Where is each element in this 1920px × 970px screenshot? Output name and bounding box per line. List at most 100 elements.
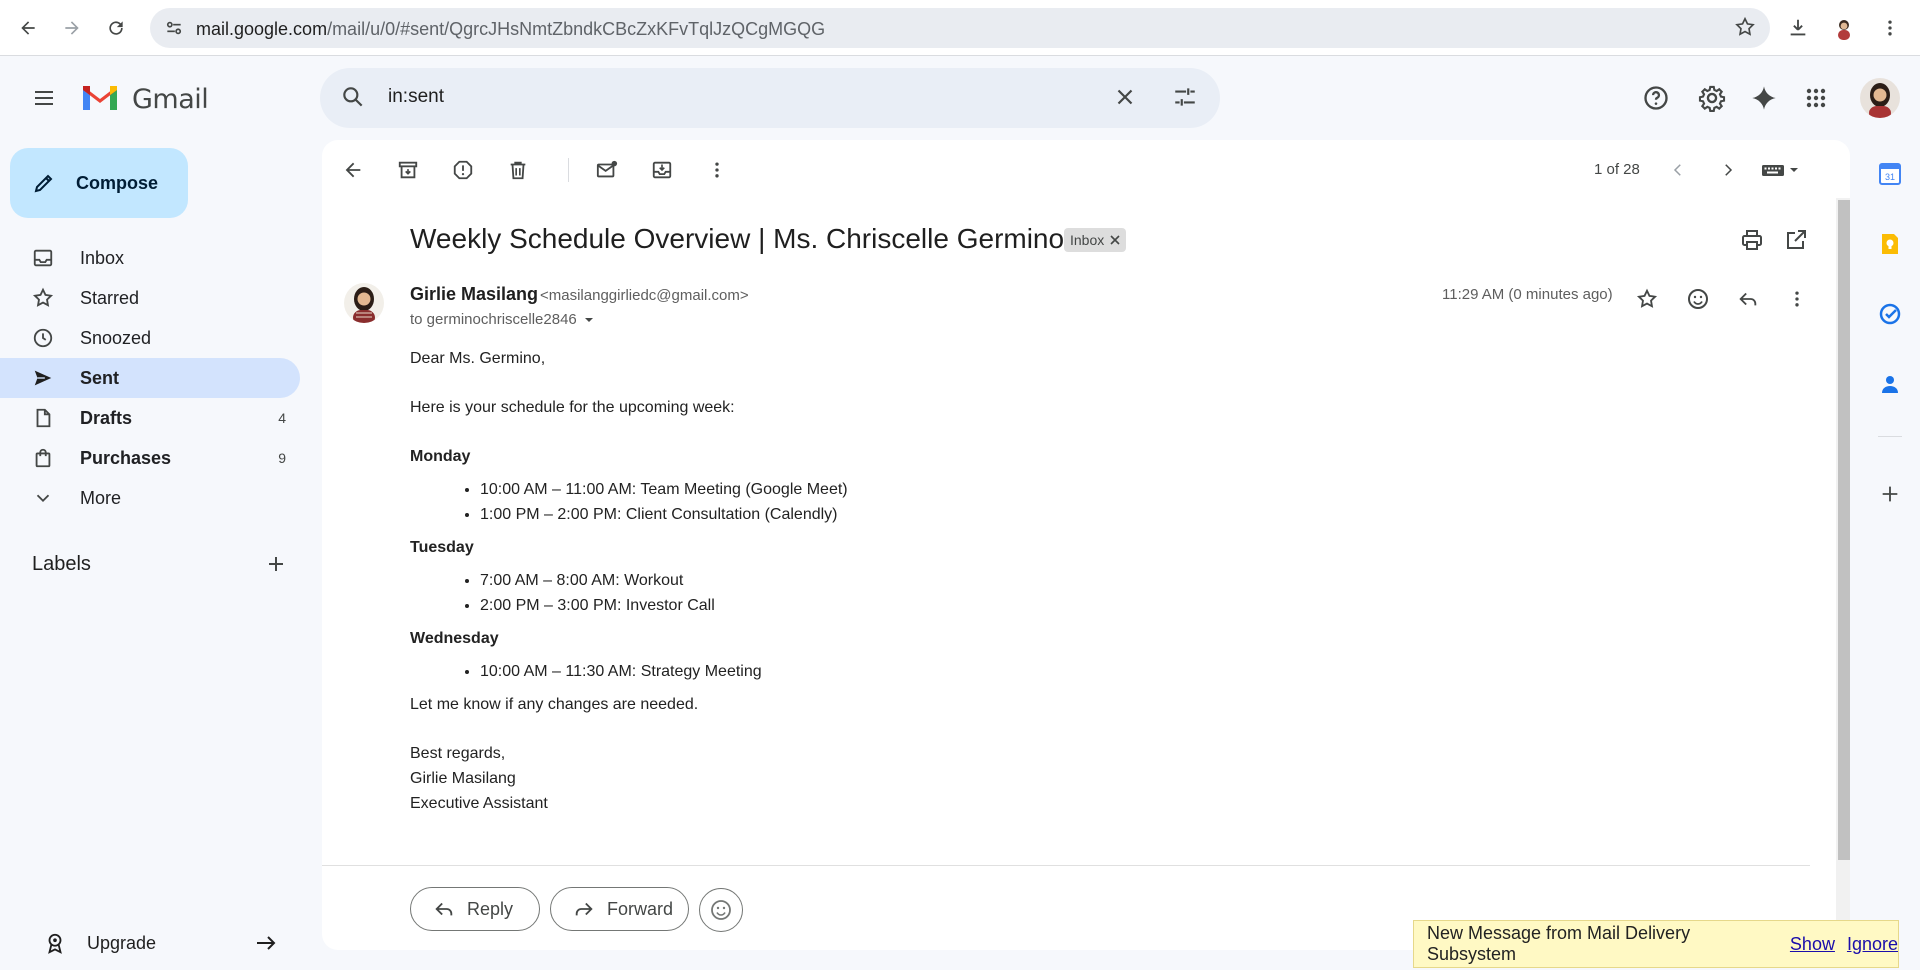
labels-heading: Labels [32,553,91,575]
gmail-logo-icon[interactable] [80,82,120,112]
emoji-icon [709,898,733,922]
schedule-list: 10:00 AM – 11:30 AM: Strategy Meeting [410,659,1410,684]
address-bar[interactable]: mail.google.com/mail/u/0/#sent/QgrcJHsNm… [150,8,1770,48]
reply-button[interactable]: Reply [410,887,540,931]
sidebar-item-label: Starred [80,288,140,308]
forward-icon[interactable] [54,10,90,46]
message-view: 1 of 28 Weekly Schedule Overview | Ms. C… [322,140,1850,950]
toast-ignore-link[interactable]: Ignore [1847,934,1898,955]
account-avatar[interactable] [1860,78,1900,118]
open-new-window-icon[interactable] [1784,228,1808,252]
sidebar-item-label: More [80,488,122,508]
forward-button[interactable]: Forward [550,887,689,931]
keep-icon[interactable] [1874,228,1906,260]
scrollbar-thumb[interactable] [1838,200,1850,860]
label-chip-inbox[interactable]: Inbox [1064,228,1127,252]
message-toolbar: 1 of 28 [322,140,1850,198]
report-spam-icon[interactable] [449,156,477,184]
signoff: Best regards, [410,745,506,762]
older-icon[interactable] [1714,156,1742,184]
clock-icon [32,327,54,349]
delete-icon[interactable] [504,156,532,184]
compose-button[interactable]: Compose [10,148,188,218]
back-to-list-icon[interactable] [339,156,367,184]
upgrade-label: Upgrade [87,933,157,953]
add-reaction-icon[interactable] [1683,284,1713,314]
back-icon[interactable] [10,10,46,46]
download-icon[interactable] [1780,10,1816,46]
get-addons-plus-icon[interactable] [1874,478,1906,510]
label-chip-text: Inbox [1070,232,1105,248]
signature-title: Executive Assistant [410,795,548,812]
badge-icon [44,932,66,954]
gmail-header: Gmail [0,56,1920,140]
send-icon [32,367,54,389]
schedule-item: 1:00 PM – 2:00 PM: Client Consultation (… [480,502,1410,527]
schedule-item: 7:00 AM – 8:00 AM: Workout [480,568,1410,593]
schedule-item: 10:00 AM – 11:00 AM: Team Meeting (Googl… [480,477,1410,502]
email-subject: Weekly Schedule Overview | Ms. Chriscell… [410,223,1065,254]
contacts-icon[interactable] [1874,368,1906,400]
help-icon[interactable] [1636,78,1676,118]
sidebar-item-snoozed[interactable]: Snoozed [0,318,300,358]
toolbar-divider [568,158,569,182]
toast-show-link[interactable]: Show [1790,934,1835,955]
main-menu-icon[interactable] [24,78,64,118]
upgrade-button[interactable]: Upgrade [26,918,294,968]
message-more-icon[interactable] [1782,284,1812,314]
email-body: Dear Ms. Germino, Here is your schedule … [410,346,1410,816]
gmail-wordmark: Gmail [132,84,209,115]
search-options-icon[interactable] [1172,84,1198,110]
compose-label: Compose [76,172,159,193]
browser-menu-icon[interactable] [1872,10,1908,46]
svg-text:31: 31 [1885,172,1895,182]
site-info-icon[interactable] [164,18,184,38]
schedule-item: 10:00 AM – 11:30 AM: Strategy Meeting [480,659,1410,684]
sidebar-item-purchases[interactable]: Purchases 9 [0,438,300,478]
day-heading: Wednesday [410,630,499,647]
input-tools-icon[interactable] [1758,156,1806,184]
sidebar-item-more[interactable]: More [0,478,300,518]
notification-toast: New Message from Mail Delivery Subsystem… [1413,920,1899,968]
sidebar-item-sent[interactable]: Sent [0,358,300,398]
recipient-line: to germinochriscelle2846 [410,311,595,328]
search-icon[interactable] [340,84,366,110]
reload-icon[interactable] [98,10,134,46]
sender-avatar[interactable] [344,283,384,323]
show-details-caret-icon[interactable] [583,314,595,326]
tasks-icon[interactable] [1874,298,1906,330]
move-to-icon[interactable] [648,156,676,184]
sidebar-item-inbox[interactable]: Inbox [0,238,300,278]
calendar-icon[interactable]: 31 [1874,158,1906,190]
purchases-count: 9 [278,450,286,466]
schedule-list: 7:00 AM – 8:00 AM: Workout 2:00 PM – 3:0… [410,568,1410,618]
newer-icon[interactable] [1664,156,1692,184]
reply-icon[interactable] [1733,284,1763,314]
star-message-icon[interactable] [1632,284,1662,314]
search-bar[interactable] [320,68,1220,128]
bookmark-star-icon[interactable] [1734,16,1756,38]
print-icon[interactable] [1740,228,1764,252]
sidebar-item-label: Drafts [80,408,133,428]
search-input[interactable] [388,86,988,108]
gemini-sparkle-icon[interactable] [1744,78,1784,118]
apps-grid-icon[interactable] [1796,78,1836,118]
sidebar-item-starred[interactable]: Starred [0,278,300,318]
forward-label: Forward [607,898,674,919]
mark-unread-icon[interactable] [593,156,621,184]
settings-gear-icon[interactable] [1692,78,1732,118]
toast-message: New Message from Mail Delivery Subsystem [1427,923,1691,964]
archive-icon[interactable] [394,156,422,184]
more-actions-icon[interactable] [703,156,731,184]
closing-line: Let me know if any changes are needed. [410,696,699,713]
emoji-reaction-button[interactable] [699,888,743,932]
reply-arrow-icon [433,898,455,920]
add-label-icon[interactable] [264,552,288,576]
profile-avatar[interactable] [1826,10,1862,46]
email-timestamp: 11:29 AM (0 minutes ago) [1442,286,1613,303]
day-heading: Monday [410,448,471,465]
sidebar-item-drafts[interactable]: Drafts 4 [0,398,300,438]
clear-search-icon[interactable] [1112,84,1138,110]
pagination-count: 1 of 28 [1594,161,1640,178]
remove-label-icon[interactable] [1110,235,1120,245]
